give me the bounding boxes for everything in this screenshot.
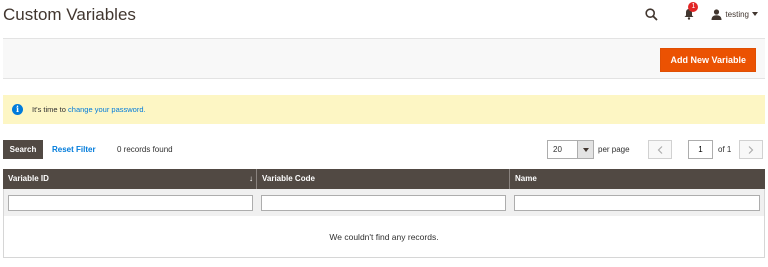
total-pages-label: of 1	[718, 145, 732, 154]
filter-variable-id-input[interactable]	[8, 194, 254, 211]
page-actions-bar: Add New Variable	[3, 38, 765, 79]
password-notice: i It's time to change your password.	[3, 95, 765, 124]
per-page-toggle[interactable]	[577, 141, 593, 158]
previous-page-button[interactable]	[648, 140, 672, 159]
filter-cell	[4, 189, 257, 216]
notifications-button[interactable]: 1	[679, 2, 699, 23]
chevron-down-icon	[582, 147, 589, 152]
page-title: Custom Variables	[3, 5, 136, 24]
column-header-variable-code[interactable]: Variable Code	[257, 169, 510, 189]
search-icon[interactable]	[641, 5, 661, 23]
column-label: Name	[515, 174, 537, 183]
user-menu[interactable]: testing	[711, 8, 758, 20]
page-number-input[interactable]	[688, 140, 713, 159]
reset-filter-link[interactable]: Reset Filter	[52, 145, 96, 154]
column-header-name[interactable]: Name	[510, 169, 765, 189]
chevron-right-icon	[748, 145, 754, 154]
filter-cell	[510, 189, 764, 216]
variables-grid: Variable ID ↓ Variable Code Name We coul…	[3, 169, 765, 258]
filter-name-input[interactable]	[513, 194, 760, 211]
next-page-button[interactable]	[739, 140, 763, 159]
records-count: 0 records found	[117, 145, 173, 154]
filter-cell	[257, 189, 509, 216]
chevron-left-icon	[657, 145, 663, 154]
per-page-value: 20	[553, 145, 562, 154]
notice-prefix: It's time to	[32, 105, 66, 114]
add-new-variable-button[interactable]: Add New Variable	[660, 48, 756, 72]
grid-header-row: Variable ID ↓ Variable Code Name	[3, 169, 765, 189]
search-button[interactable]: Search	[3, 140, 43, 159]
notice-text: It's time to change your password.	[32, 105, 146, 114]
user-icon	[711, 8, 722, 20]
column-label: Variable Code	[262, 174, 315, 183]
column-label: Variable ID	[8, 174, 49, 183]
per-page-select[interactable]: 20	[547, 140, 594, 159]
header-actions: 1 testing	[641, 2, 758, 23]
grid-filter-row	[3, 189, 765, 216]
grid-controls: Search Reset Filter 0 records found 20 p…	[3, 140, 765, 160]
filter-variable-code-input[interactable]	[261, 194, 506, 211]
empty-records-message: We couldn't find any records.	[3, 216, 765, 258]
notification-count-badge: 1	[688, 2, 699, 12]
per-page-label: per page	[598, 145, 630, 154]
info-icon: i	[12, 104, 23, 115]
caret-down-icon	[752, 12, 758, 16]
change-password-link[interactable]: change your password.	[68, 105, 146, 114]
column-header-variable-id[interactable]: Variable ID ↓	[3, 169, 257, 189]
sort-arrow-icon: ↓	[249, 174, 253, 183]
user-name: testing	[725, 9, 749, 19]
